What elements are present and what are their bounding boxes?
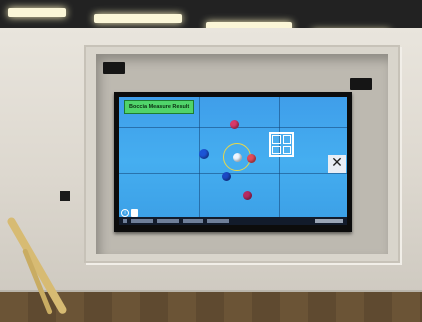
- grid-view-icon[interactable]: [269, 132, 294, 157]
- app-title: Boccia Measure Result: [124, 100, 195, 114]
- speaker-left: [103, 62, 125, 74]
- red-ball[interactable]: [230, 120, 239, 129]
- taskbar-item[interactable]: [183, 219, 203, 223]
- ceiling-light: [8, 8, 66, 17]
- taskbar-item[interactable]: [157, 219, 179, 223]
- video-wall-display: Boccia Measure Result ✕ i: [114, 92, 352, 232]
- app-screen: Boccia Measure Result ✕ i: [119, 97, 347, 225]
- grid-cell: [282, 135, 291, 144]
- blue-ball[interactable]: [222, 172, 231, 181]
- court-line: [119, 173, 347, 174]
- grid-cell: [282, 145, 291, 154]
- grid-cell: [272, 145, 281, 154]
- jack-ball[interactable]: [233, 153, 242, 162]
- blue-ball[interactable]: [199, 149, 209, 159]
- close-icon: ✕: [331, 155, 343, 171]
- red-ball[interactable]: [243, 191, 252, 200]
- grid-cell: [272, 135, 281, 144]
- save-icon[interactable]: [131, 209, 138, 217]
- close-button[interactable]: ✕: [328, 155, 346, 173]
- court-line: [279, 97, 280, 217]
- os-taskbar: [119, 217, 347, 225]
- red-ball[interactable]: [247, 154, 256, 163]
- start-button[interactable]: [123, 219, 127, 223]
- speaker-right: [350, 78, 372, 90]
- taskbar-item[interactable]: [207, 219, 229, 223]
- taskbar-item[interactable]: [131, 219, 153, 223]
- wall-outlet: [60, 191, 70, 201]
- info-icon[interactable]: i: [121, 209, 129, 217]
- system-tray[interactable]: [315, 219, 343, 223]
- ceiling-light: [94, 14, 182, 23]
